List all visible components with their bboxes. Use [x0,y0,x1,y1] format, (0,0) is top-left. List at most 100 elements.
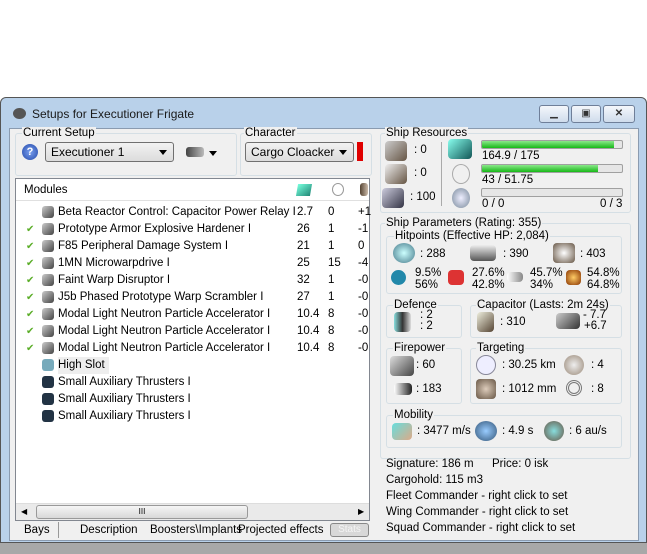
scroll-thumb[interactable]: III [36,505,248,519]
active-check-icon[interactable]: ✔ [26,255,34,272]
active-check-icon[interactable]: ✔ [26,272,34,289]
active-check-icon[interactable]: ✔ [26,289,34,306]
modules-list[interactable]: Modules Beta Reactor Control: Capacitor … [15,178,371,521]
module-icon [42,393,54,405]
module-powergrid: 1 [328,274,335,286]
firepower-dps: : 60 [416,359,436,371]
module-name: Modal Light Neutron Particle Accelerator… [58,325,271,337]
tab-boosters-implants[interactable]: Boosters\Implants [150,524,242,536]
explosive-resist-icon [566,270,581,285]
module-row[interactable]: ✔ 1MN Microwarpdrive I 25 15 -4 [16,255,369,272]
fleet-commander[interactable]: Fleet Commander - right click to set [386,490,568,502]
module-name: 1MN Microwarpdrive I [58,257,170,269]
tab-bays[interactable]: Bays [24,524,50,536]
module-row[interactable]: ✔ Prototype Armor Explosive Hardener I 26 1… [16,221,369,238]
capacitor-recharge-icon [556,313,580,329]
ship-menu-button[interactable] [186,145,218,161]
module-row[interactable]: ✔ Modal Light Neutron Particle Accelerato… [16,306,369,323]
module-capacitor: -0 [358,342,369,354]
em-resist-b: 56% [415,279,439,291]
armor-hp: : 390 [503,248,529,260]
module-cpu: 25 [297,257,310,269]
explosive-resist-a: 54.8% [587,267,620,279]
scan-resolution: : 1012 mm [502,383,557,395]
calibration-icon [382,188,404,208]
module-row[interactable]: High Slot [16,357,369,374]
hitpoints-label: Hitpoints (Effective HP: 2,084) [394,230,550,242]
wing-commander[interactable]: Wing Commander - right click to set [386,506,568,518]
cpu-icon [448,139,472,159]
sensor-strength: : 8 [591,383,604,395]
help-icon[interactable]: ? [22,144,38,160]
module-capacitor: -0 [358,308,369,320]
active-check-icon[interactable]: ✔ [26,306,34,323]
horizontal-scrollbar[interactable]: ◀ III ▶ [16,503,369,520]
character-select[interactable]: Cargo Cloacker [245,142,354,162]
minimize-button[interactable]: ▁ [539,105,569,123]
module-row[interactable]: ✔ J5b Phased Prototype Warp Scrambler I 27… [16,289,369,306]
scroll-right-arrow[interactable]: ▶ [358,507,364,516]
powergrid-icon[interactable] [332,183,344,196]
module-name: Modal Light Neutron Particle Accelerator… [58,342,271,354]
module-capacitor: -0 [358,325,369,337]
powergrid-text: 43 / 51.75 [482,174,534,186]
module-powergrid: 1 [328,291,335,303]
thermal-resist-a: 27.6% [472,267,505,279]
tab-description[interactable]: Description [80,524,138,536]
active-check-icon[interactable]: ✔ [26,340,34,357]
warp-speed: : 6 au/s [569,425,607,437]
shield-icon [393,243,415,263]
firepower-volley: : 183 [416,383,442,395]
module-icon [42,274,54,286]
capacitor-icon[interactable] [360,183,368,196]
modules-column-header[interactable]: Modules [24,184,67,196]
module-row[interactable]: Beta Reactor Control: Capacitor Power Re… [16,204,371,221]
module-row[interactable]: Small Auxiliary Thrusters I [16,391,369,408]
module-cpu: 27 [297,291,310,303]
targeting-label: Targeting [476,342,526,354]
maximize-button[interactable]: ▣ [571,105,601,123]
thermal-resist-icon [448,270,464,285]
active-check-icon[interactable]: ✔ [26,323,34,340]
signature-text: Signature: 186 m [386,458,474,470]
launcher-icon [385,164,407,184]
powergrid-icon [452,164,470,184]
setup-select[interactable]: Executioner 1 [45,142,174,162]
module-cpu: 10.4 [297,325,320,337]
max-speed: : 3477 m/s [417,425,471,437]
active-check-icon[interactable]: ✔ [26,221,34,238]
window-title: Setups for Executioner Frigate [32,107,195,121]
modules-header: Modules [16,179,369,201]
tab-stats[interactable]: Stats [330,523,369,537]
module-row[interactable]: Small Auxiliary Thrusters I [16,374,369,391]
close-button[interactable]: ✕ [603,105,635,123]
cpu-bar [481,140,623,149]
active-check-icon[interactable]: ✔ [26,238,34,255]
dps-icon [390,356,414,376]
module-row[interactable]: Small Auxiliary Thrusters I [16,408,369,425]
squad-commander[interactable]: Squad Commander - right click to set [386,522,575,534]
module-icon [42,257,54,269]
ship-icon [186,147,204,157]
scroll-left-arrow[interactable]: ◀ [21,507,27,516]
character-value: Cargo Cloacker [251,145,335,159]
tab-projected-effects[interactable]: Projected effects [238,524,323,536]
align-time: : 4.9 s [502,425,534,437]
kinetic-resist-b: 34% [530,279,554,291]
structure-hp: : 403 [580,248,606,260]
module-icon [42,359,54,371]
module-row[interactable]: ✔ F85 Peripheral Damage System I 21 1 0 [16,238,369,255]
character-label: Character [244,127,297,139]
module-row[interactable]: ✔ Faint Warp Disruptor I 32 1 -0 [16,272,369,289]
align-time-icon [475,421,497,441]
module-row[interactable]: ✔ Modal Light Neutron Particle Accelerato… [16,323,369,340]
capacitor-amount: : 310 [500,316,526,328]
launcher-slots: : 0 [414,167,427,179]
module-icon [42,240,54,252]
module-row[interactable]: ✔ Modal Light Neutron Particle Accelerato… [16,340,369,357]
cpu-icon[interactable] [295,184,313,196]
module-capacitor: -4 [358,257,369,269]
module-powergrid: 8 [328,342,335,354]
kinetic-resist-a: 45.7% [530,267,563,279]
max-targets: : 4 [591,359,604,371]
